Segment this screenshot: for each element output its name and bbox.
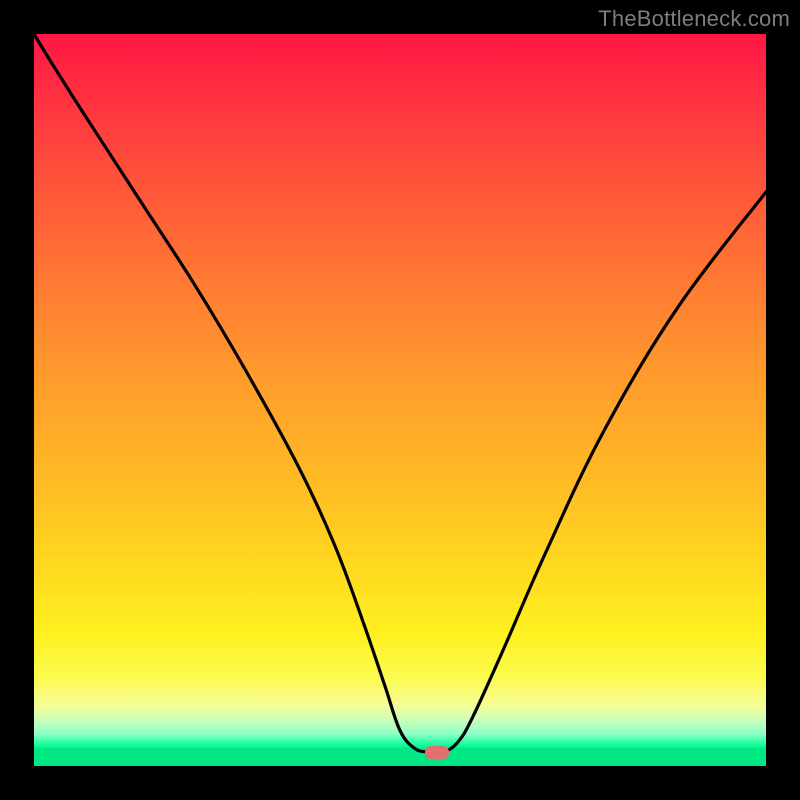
plot-area [34,34,766,766]
watermark-text: TheBottleneck.com [598,6,790,32]
chart-frame: TheBottleneck.com [0,0,800,800]
minimum-marker [425,746,449,759]
bottleneck-curve [34,34,766,766]
